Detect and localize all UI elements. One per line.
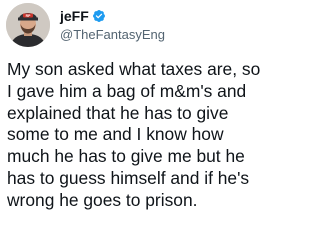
tweet-text-line: My son asked what taxes are, so bbox=[7, 59, 261, 79]
author-info: jeFF @TheFantasyEng bbox=[60, 8, 165, 43]
tweet-text-line: some to me and I know how bbox=[7, 124, 224, 145]
avatar-photo-icon: RP bbox=[6, 3, 50, 47]
tweet-text-line: wrong he goes to prison. bbox=[7, 189, 198, 210]
author-display-name[interactable]: jeFF bbox=[60, 8, 89, 25]
tweet-text-line: much he has to give me but he bbox=[7, 146, 245, 167]
avatar[interactable]: RP bbox=[6, 3, 50, 47]
author-name-row: jeFF bbox=[60, 8, 165, 25]
tweet-text-line: has to guess himself and if he's bbox=[7, 167, 250, 188]
tweet-card: RP jeFF @TheFantasyEng My son asked what… bbox=[0, 0, 300, 245]
tweet-header: RP jeFF @TheFantasyEng bbox=[6, 2, 165, 48]
tweet-text: My son asked what taxes are, so I gave h… bbox=[7, 59, 299, 212]
tweet-text-line: I gave him a bag of m&m's and bbox=[7, 80, 247, 101]
tweet-text-line: explained that he has to give bbox=[7, 102, 229, 123]
author-handle[interactable]: @TheFantasyEng bbox=[60, 26, 165, 43]
verified-badge-icon bbox=[92, 10, 105, 22]
svg-text:RP: RP bbox=[26, 14, 31, 18]
